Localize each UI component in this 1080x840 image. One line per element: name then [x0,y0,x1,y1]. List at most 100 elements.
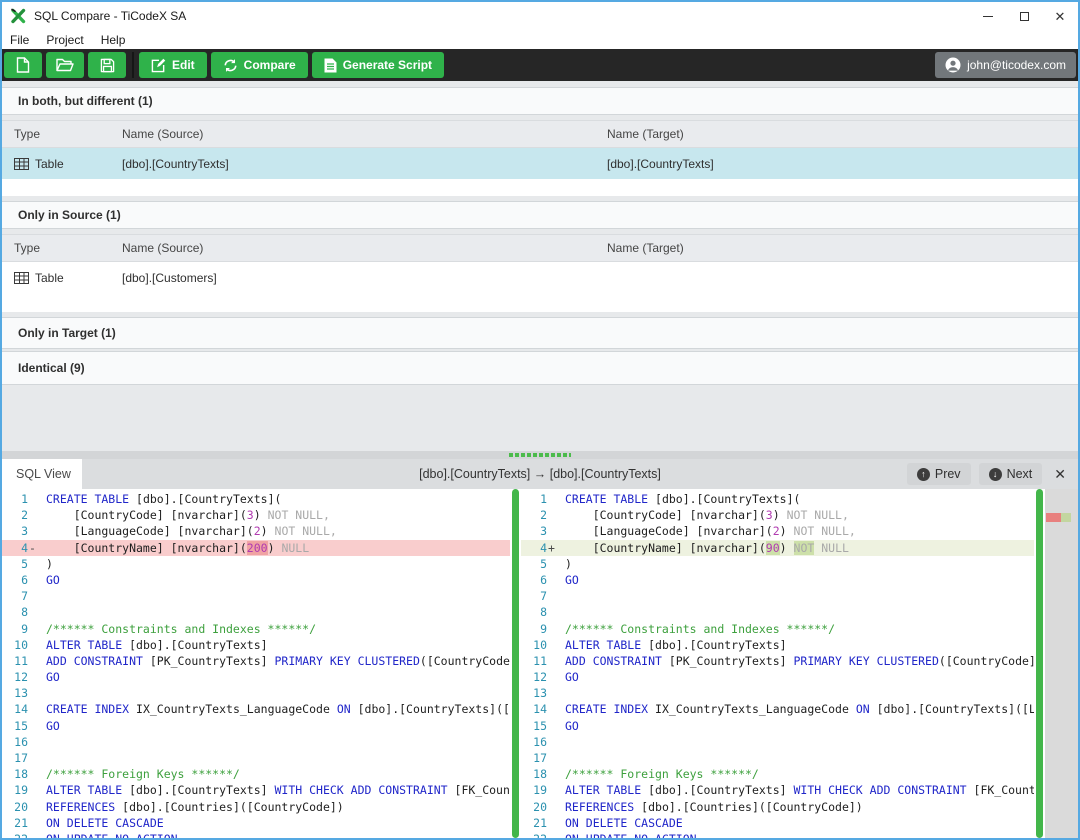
code-line: 11ADD CONSTRAINT [PK_CountryTexts] PRIMA… [2,653,510,669]
table-row[interactable]: Table [dbo].[CountryTexts] [dbo].[Countr… [2,148,1078,179]
generate-script-file-icon [324,58,337,73]
code-line: 9/****** Constraints and Indexes ******/ [2,621,510,637]
code-line: 12GO [2,669,510,685]
splitter-grip-dots [509,453,571,457]
code-line: 16 [2,734,510,750]
code-line: 6GO [2,572,510,588]
row-target-name: [dbo].[CountryTexts] [607,157,1078,171]
compare-sync-icon [223,58,238,73]
sql-view-tab-bar: SQL View [dbo].[CountryTexts] → [dbo].[C… [2,459,1078,489]
generate-script-button-label: Generate Script [343,58,432,72]
code-line: 2 [CountryCode] [nvarchar](3) NOT NULL, [2,507,510,523]
tab-sql-view[interactable]: SQL View [2,459,82,489]
section-header-only-in-source[interactable]: Only in Source (1) [2,201,1078,229]
column-header-row: Type Name (Source) Name (Target) [2,120,1078,148]
horizontal-splitter[interactable] [2,451,1078,459]
prev-difference-button[interactable]: ↑ Prev [907,463,971,485]
close-sql-view-icon[interactable]: ✕ [1054,466,1066,483]
sql-source-pane[interactable]: 1CREATE TABLE [dbo].[CountryTexts](2 [Co… [2,489,510,838]
table-grid-icon [14,272,29,284]
target-scrollbar[interactable] [1036,489,1043,838]
title-bar: SQL Compare - TiCodeX SA ✕ [2,2,1078,30]
sql-diff-editor: 1CREATE TABLE [dbo].[CountryTexts](2 [Co… [2,489,1078,838]
row-source-name: [dbo].[CountryTexts] [122,157,607,171]
compare-button[interactable]: Compare [211,52,308,78]
menu-project[interactable]: Project [46,33,83,47]
circle-down-arrow-icon: ↓ [989,468,1002,481]
ticodex-logo-icon [10,8,26,24]
close-icon: ✕ [1055,10,1066,23]
column-type: Type [14,127,122,141]
code-line: 13 [521,685,1034,701]
row-source-name: [dbo].[Customers] [122,271,607,285]
section-header-identical[interactable]: Identical (9) [2,351,1078,385]
section-header-only-in-target[interactable]: Only in Target (1) [2,317,1078,349]
table-grid-icon [14,158,29,170]
app-window: SQL Compare - TiCodeX SA ✕ File Project … [0,0,1080,840]
column-name-target: Name (Target) [607,241,1078,255]
code-line: 22ON UPDATE NO ACTION [2,831,510,838]
column-header-row: Type Name (Source) Name (Target) [2,234,1078,262]
code-line: 7 [521,588,1034,604]
sql-target-pane[interactable]: 1CREATE TABLE [dbo].[CountryTexts](2 [Co… [521,489,1034,838]
column-type: Type [14,241,122,255]
generate-script-button[interactable]: Generate Script [312,52,444,78]
new-file-icon [16,57,30,73]
code-line: 7 [2,588,510,604]
menu-help[interactable]: Help [101,33,126,47]
code-line: 3 [LanguageCode] [nvarchar](2) NOT NULL, [521,523,1034,539]
code-line: 22ON UPDATE NO ACTION [521,831,1034,838]
code-line: 10ALTER TABLE [dbo].[CountryTexts] [2,637,510,653]
prev-label: Prev [935,467,961,481]
code-line: 15GO [2,718,510,734]
person-icon [945,57,961,73]
window-title: SQL Compare - TiCodeX SA [34,9,186,23]
code-line: 18/****** Foreign Keys ******/ [521,766,1034,782]
menu-file[interactable]: File [10,33,29,47]
row-type-label: Table [35,271,64,285]
next-difference-button[interactable]: ↓ Next [979,463,1043,485]
column-name-source: Name (Source) [122,241,607,255]
diff-overview-ruler[interactable] [1045,489,1078,838]
code-line: 1CREATE TABLE [dbo].[CountryTexts]( [521,491,1034,507]
code-line: 6GO [521,572,1034,588]
code-line: 17 [2,750,510,766]
code-line: 8 [521,604,1034,620]
maximize-button[interactable] [1006,2,1042,30]
new-project-button[interactable] [4,52,42,78]
open-folder-icon [56,58,74,72]
section-title: Only in Source (1) [18,208,121,222]
close-button[interactable]: ✕ [1042,2,1078,30]
table-row[interactable]: Table [dbo].[Customers] [2,262,1078,293]
account-email: john@ticodex.com [967,58,1066,72]
code-line: 21ON DELETE CASCADE [2,815,510,831]
code-line: 16 [521,734,1034,750]
source-scrollbar[interactable] [512,489,519,838]
code-line: 15GO [521,718,1034,734]
code-line: 4- [CountryName] [nvarchar](200) NULL [2,540,510,556]
code-line: 20REFERENCES [dbo].[Countries]([CountryC… [521,799,1034,815]
circle-up-arrow-icon: ↑ [917,468,930,481]
comparison-grid: In both, but different (1) Type Name (So… [2,81,1078,451]
toolbar-separator [132,52,134,78]
menu-bar: File Project Help [2,30,1078,49]
save-project-button[interactable] [88,52,126,78]
code-line: 20REFERENCES [dbo].[Countries]([CountryC… [2,799,510,815]
section-title: Identical (9) [18,361,85,375]
section-header-in-both-different[interactable]: In both, but different (1) [2,87,1078,115]
open-project-button[interactable] [46,52,84,78]
edit-button[interactable]: Edit [139,52,207,78]
code-line: 19ALTER TABLE [dbo].[CountryTexts] WITH … [521,782,1034,798]
minimize-button[interactable] [970,2,1006,30]
code-line: 10ALTER TABLE [dbo].[CountryTexts] [521,637,1034,653]
code-line: 8 [2,604,510,620]
compare-button-label: Compare [244,58,296,72]
account-badge[interactable]: john@ticodex.com [935,52,1076,78]
code-line: 5) [2,556,510,572]
edit-pencil-icon [151,58,166,73]
code-line: 5) [521,556,1034,572]
edit-button-label: Edit [172,58,195,72]
section-title: Only in Target (1) [18,326,116,340]
section-title: In both, but different (1) [18,94,153,108]
code-line: 1CREATE TABLE [dbo].[CountryTexts]( [2,491,510,507]
